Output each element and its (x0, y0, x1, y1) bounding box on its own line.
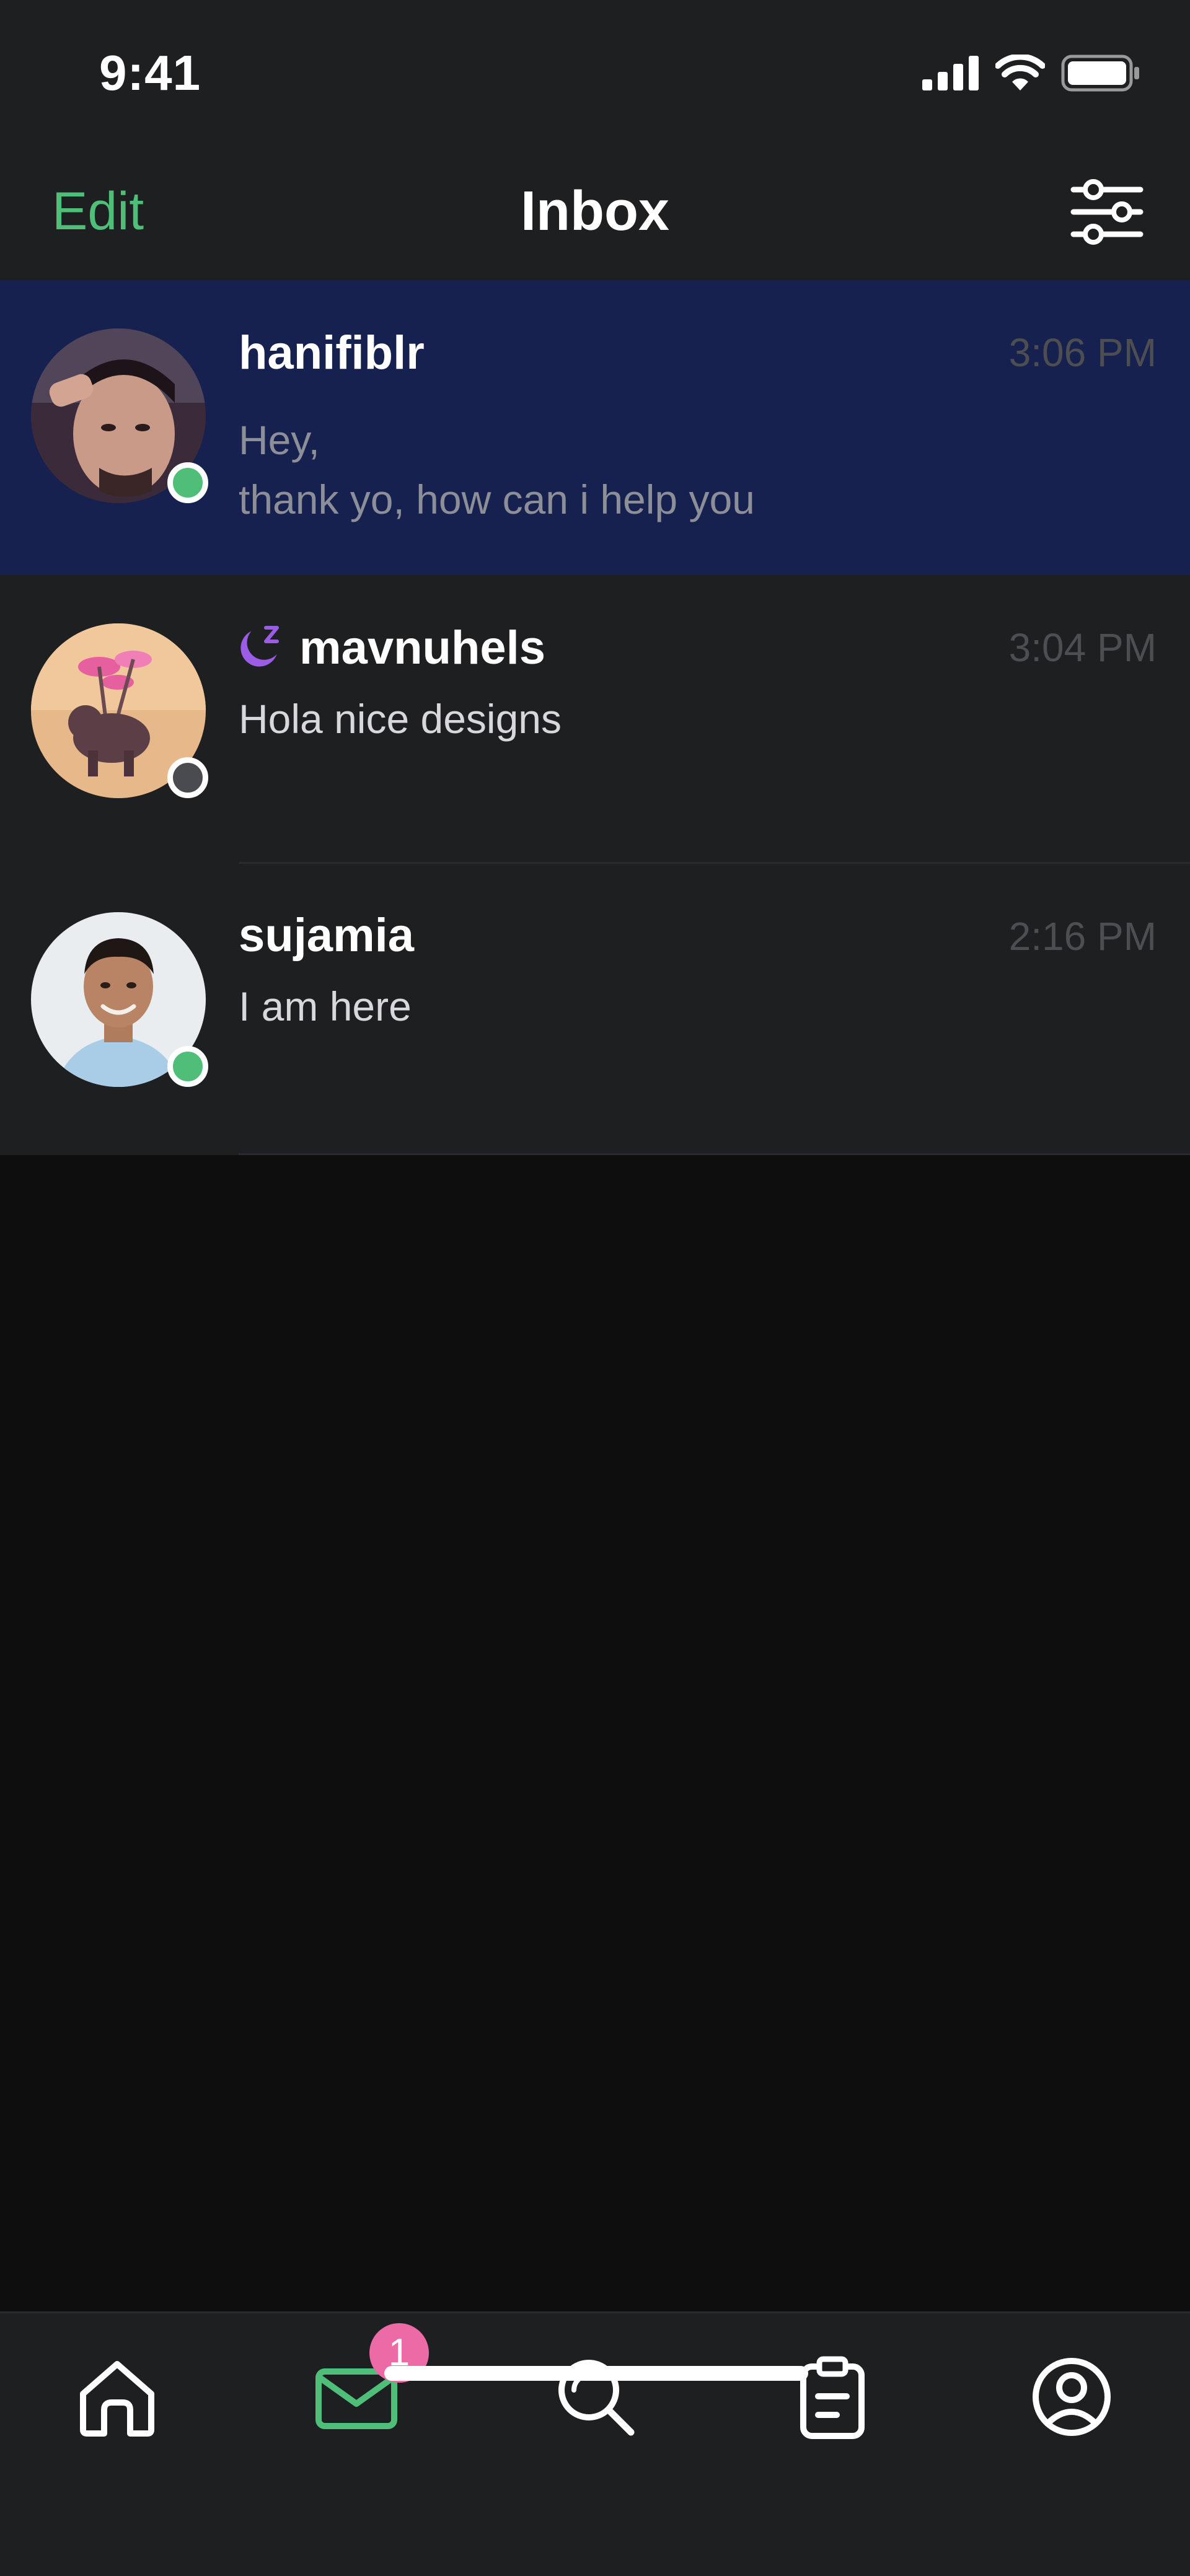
conversation-list: hanifiblr 3:06 PM Hey, thank yo, how can… (0, 280, 1190, 1155)
tab-inbox[interactable]: 1 (310, 2323, 429, 2446)
battery-icon (1061, 55, 1140, 95)
tab-home[interactable] (71, 2350, 164, 2443)
message-preview-line: I am here (239, 983, 412, 1029)
message-preview: Hola nice designs (239, 689, 562, 749)
presence-online-indicator (167, 462, 208, 503)
message-preview-line: Hey, (239, 417, 320, 463)
do-not-disturb-moon-icon (239, 623, 286, 673)
username: mavnuhels (299, 622, 546, 674)
status-icons (922, 53, 1140, 95)
wifi-icon (995, 53, 1046, 95)
message-preview: Hey, thank yo, how can i help you (239, 410, 755, 529)
search-icon (549, 2360, 642, 2446)
tab-bar: 1 (0, 2311, 1190, 2576)
tab-profile[interactable] (1025, 2350, 1118, 2443)
message-preview-line: thank yo, how can i help you (239, 477, 755, 522)
conversation-row[interactable]: sujamia 2:16 PM I am here (0, 864, 1190, 1155)
message-time: 3:04 PM (1008, 625, 1157, 670)
username-line: sujamia (239, 908, 414, 962)
tab-clipboard[interactable] (786, 2350, 879, 2443)
profile-icon (1025, 2358, 1118, 2446)
divider (239, 1153, 1190, 1155)
filter-button[interactable] (1069, 174, 1145, 250)
message-time: 3:06 PM (1008, 330, 1157, 375)
status-time: 9:41 (99, 45, 201, 100)
mail-icon (310, 2368, 403, 2446)
avatar-container (31, 623, 208, 798)
username: hanifiblr (239, 327, 425, 379)
avatar-container (31, 328, 208, 503)
presence-away-indicator (167, 757, 208, 798)
username-line: hanifiblr (239, 326, 425, 380)
conversation-row[interactable]: hanifiblr 3:06 PM Hey, thank yo, how can… (0, 280, 1190, 575)
home-indicator[interactable] (384, 2366, 808, 2381)
presence-online-indicator (167, 1046, 208, 1087)
message-time: 2:16 PM (1008, 914, 1157, 959)
cellular-signal-icon (922, 56, 979, 94)
clipboard-icon (786, 2356, 879, 2446)
username: sujamia (239, 909, 415, 962)
username-line: mavnuhels (239, 621, 545, 675)
message-preview-line: Hola nice designs (239, 696, 562, 742)
page-title: Inbox (521, 180, 669, 242)
home-icon (71, 2361, 164, 2446)
nav-bar: Edit Inbox (0, 143, 1190, 280)
status-bar: 9:41 (0, 0, 1190, 143)
sliders-icon (1069, 179, 1145, 253)
message-preview: I am here (239, 977, 412, 1036)
avatar-container (31, 912, 208, 1087)
conversation-row[interactable]: mavnuhels 3:04 PM Hola nice designs (0, 575, 1190, 864)
tab-search[interactable] (549, 2350, 642, 2443)
